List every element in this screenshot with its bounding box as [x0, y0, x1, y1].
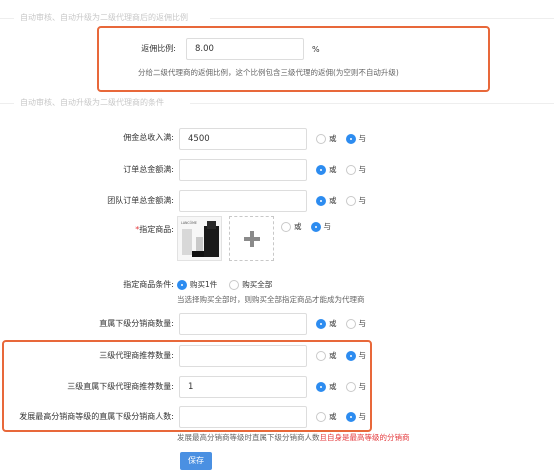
radio-or[interactable]: 或	[316, 134, 337, 144]
radio-buy-one[interactable]: 购买1件	[177, 280, 217, 290]
order-total-logic-radio: 或 与	[316, 164, 375, 176]
add-product-button[interactable]	[229, 216, 274, 261]
top-level-direct-count-logic-radio: 或 与	[316, 411, 375, 423]
product-thumbnail[interactable]: LANCÔME	[177, 216, 222, 261]
radio-and[interactable]: 与	[345, 319, 366, 329]
radio-and[interactable]: 与	[345, 412, 366, 422]
radio-and[interactable]: 与	[345, 165, 366, 175]
radio-dot	[345, 165, 356, 175]
products-label-text: 指定商品:	[139, 225, 174, 234]
product-condition-label: 指定商品条件:	[123, 280, 174, 289]
radio-dot	[229, 280, 240, 290]
radio-or[interactable]: 或	[316, 351, 337, 361]
commission-input[interactable]	[179, 128, 307, 150]
radio-dot	[345, 319, 356, 329]
radio-dot-selected	[310, 222, 321, 232]
divider	[210, 18, 554, 19]
radio-and[interactable]: 与	[345, 196, 366, 206]
radio-dot	[316, 412, 326, 422]
plus-icon	[243, 230, 260, 247]
radio-dot	[345, 382, 356, 392]
radio-and[interactable]: 与	[310, 222, 331, 232]
level3-direct-count-logic-radio: 或 与	[316, 381, 375, 393]
top-level-direct-count-help: 发展最高分销商等级时直属下级分销商人数且自身是最高等级的分销商	[177, 432, 410, 443]
radio-dot	[316, 351, 326, 361]
rebate-unit: %	[312, 45, 320, 54]
radio-or[interactable]: 或	[316, 165, 337, 175]
level3-direct-count-label: 三级直属下级代理商推荐数量:	[67, 382, 174, 391]
level3-count-label: 三级代理商推荐数量:	[99, 351, 174, 360]
divider	[190, 103, 554, 104]
top-level-direct-count-input[interactable]	[179, 406, 307, 428]
radio-or[interactable]: 或	[281, 222, 302, 232]
radio-buy-all[interactable]: 购买全部	[229, 280, 272, 290]
radio-and[interactable]: 与	[345, 351, 366, 361]
product-brand-text: LANCÔME	[181, 220, 197, 225]
product-condition-radio: 购买1件 购买全部	[177, 279, 281, 291]
save-button[interactable]: 保存	[180, 452, 212, 470]
radio-dot-selected	[345, 351, 356, 361]
commission-logic-radio: 或 与	[316, 133, 375, 145]
radio-or[interactable]: 或	[316, 319, 337, 329]
rebate-input[interactable]	[186, 38, 304, 60]
section-title-text: 自动审核、自动升级为二级代理商后的返佣比例	[20, 13, 188, 22]
product-condition-help: 当选择购买全部时，则购买全部指定商品才能成为代理商	[177, 295, 365, 304]
direct-sub-count-logic-radio: 或 与	[316, 318, 375, 330]
help-highlight-text: 且自身是最高等级的分销商	[319, 433, 410, 442]
commission-label: 佣金总收入满:	[123, 133, 174, 142]
team-order-total-logic-radio: 或 与	[316, 195, 375, 207]
radio-dot-selected	[345, 412, 356, 422]
divider	[0, 103, 14, 104]
radio-or[interactable]: 或	[316, 382, 337, 392]
section-title-text: 自动审核、自动升级为二级代理商的条件	[20, 98, 164, 107]
level3-count-input[interactable]	[179, 345, 307, 367]
level3-count-logic-radio: 或 与	[316, 350, 375, 362]
order-total-input[interactable]	[179, 159, 307, 181]
team-order-total-label: 团队订单总金额满:	[107, 196, 174, 205]
radio-dot-selected	[177, 280, 187, 290]
team-order-total-input[interactable]	[179, 190, 307, 212]
radio-dot	[345, 196, 356, 206]
radio-dot-selected	[316, 165, 326, 175]
radio-and[interactable]: 与	[345, 382, 366, 392]
radio-dot-selected	[316, 319, 326, 329]
radio-dot	[281, 222, 291, 232]
rebate-help: 分给二级代理商的返佣比例，这个比例包含三级代理的返佣(为空则不自动升级)	[138, 68, 399, 77]
radio-dot	[316, 134, 326, 144]
products-logic-radio: 或 与	[281, 221, 340, 233]
divider	[0, 18, 14, 19]
radio-dot-selected	[345, 134, 356, 144]
help-text: 发展最高分销商等级时直属下级分销商人数	[177, 433, 320, 442]
radio-dot-selected	[316, 382, 326, 392]
level3-direct-count-input[interactable]	[179, 376, 307, 398]
top-level-direct-count-label: 发展最高分销商等级的直属下级分销商人数:	[19, 412, 174, 421]
product-image: LANCÔME	[178, 217, 221, 260]
products-label: *指定商品:	[100, 224, 174, 236]
radio-and[interactable]: 与	[345, 134, 366, 144]
section-title-conditions: 自动审核、自动升级为二级代理商的条件	[0, 97, 554, 109]
radio-or[interactable]: 或	[316, 196, 337, 206]
radio-dot-selected	[316, 196, 326, 206]
rebate-label: 返佣比例:	[141, 44, 176, 53]
section-title-auto-rebate: 自动审核、自动升级为二级代理商后的返佣比例	[0, 12, 554, 24]
direct-sub-count-input[interactable]	[179, 313, 307, 335]
radio-or[interactable]: 或	[316, 412, 337, 422]
direct-sub-count-label: 直属下级分销商数量:	[99, 319, 174, 328]
order-total-label: 订单总金额满:	[123, 165, 174, 174]
